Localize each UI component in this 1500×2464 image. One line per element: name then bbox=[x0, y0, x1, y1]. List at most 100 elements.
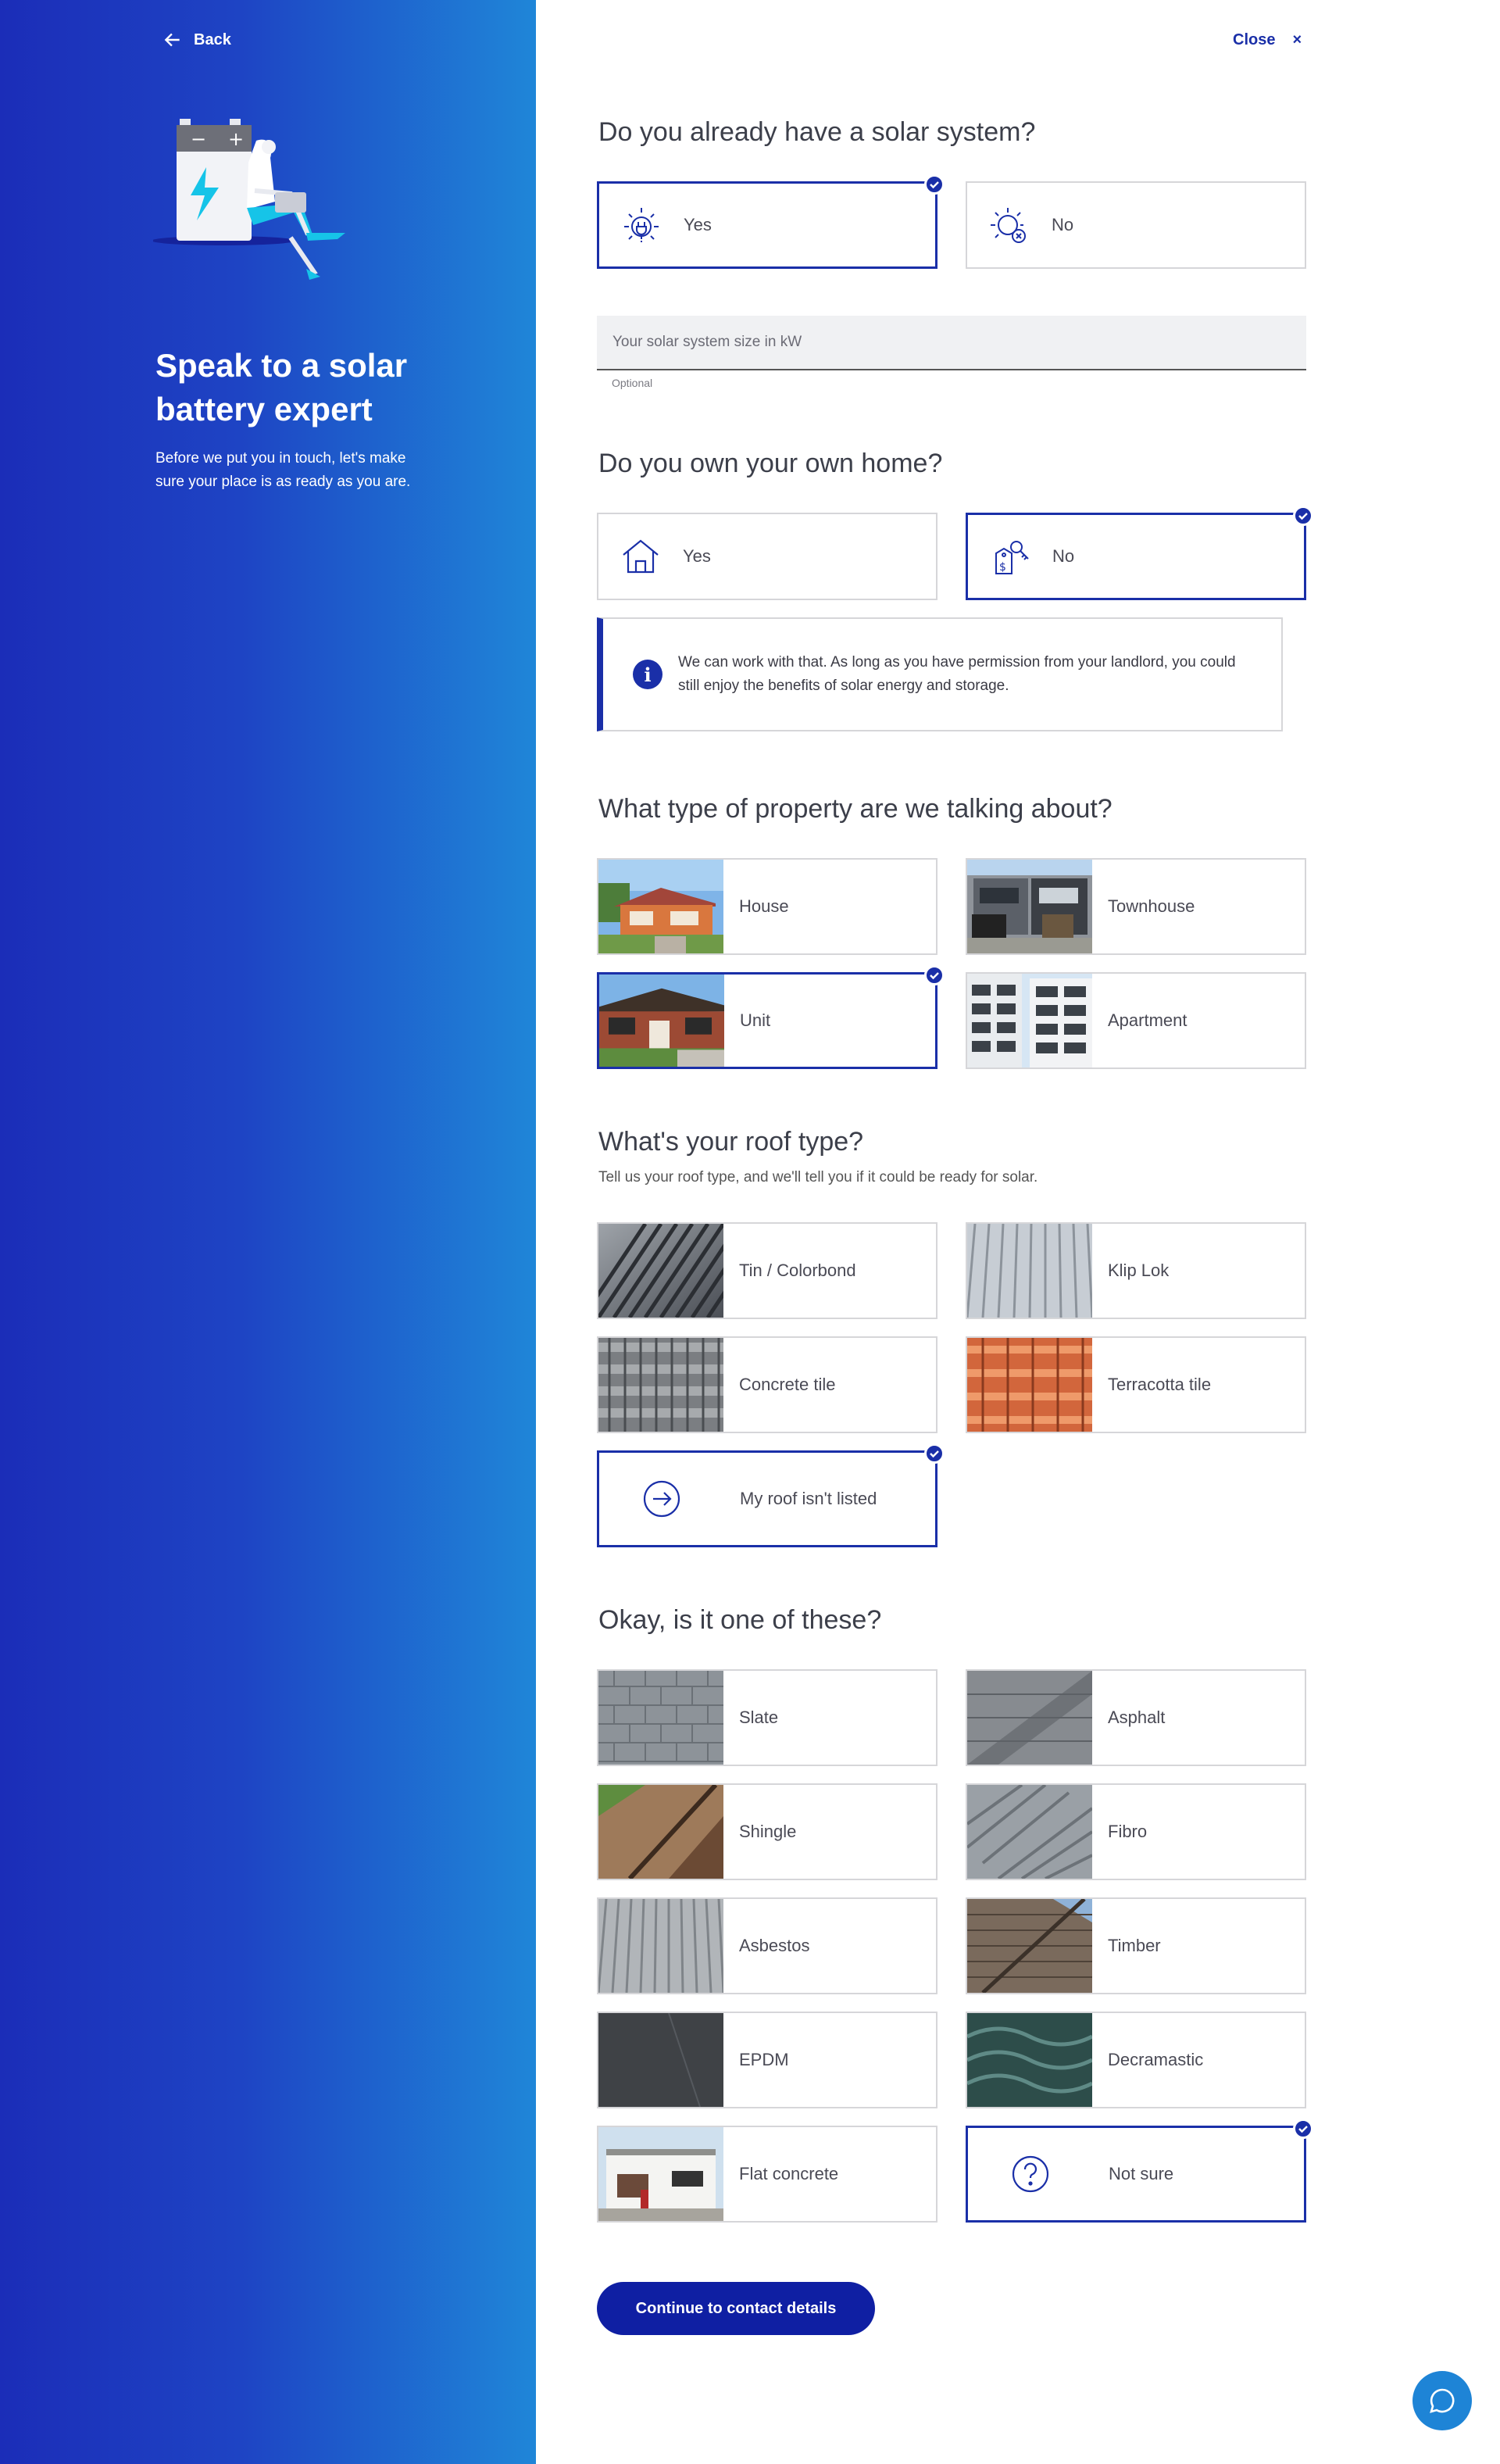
chat-bubble-icon bbox=[1430, 2388, 1455, 2413]
roof-tin-colorbond-option[interactable]: Tin / Colorbond bbox=[597, 1222, 938, 1319]
back-label: Back bbox=[194, 30, 231, 48]
home-yes-option[interactable]: Yes bbox=[597, 513, 938, 600]
svg-text:+: + bbox=[228, 128, 244, 150]
solar-yes-option[interactable]: Yes bbox=[597, 174, 945, 269]
roof-asbestos-option[interactable]: Asbestos bbox=[597, 1897, 938, 1994]
house-icon bbox=[620, 536, 661, 577]
roof-shingle-option[interactable]: Shingle bbox=[597, 1783, 938, 1880]
roof-question-title: What's your roof type? bbox=[598, 1127, 864, 1157]
decramastic-photo bbox=[967, 2013, 1092, 2107]
fibro-photo bbox=[967, 1785, 1092, 1879]
property-apartment-option[interactable]: Apartment bbox=[966, 972, 1306, 1069]
checkmark-icon bbox=[1293, 506, 1313, 526]
close-button[interactable]: Close × bbox=[1233, 31, 1302, 49]
roof-epdm-label: EPDM bbox=[739, 2050, 789, 2069]
landlord-info-box: i We can work with that. As long as you … bbox=[597, 617, 1283, 731]
roof-slate-option[interactable]: Slate bbox=[597, 1669, 938, 1766]
townhouse-photo bbox=[967, 860, 1092, 953]
roof-not-listed-label: My roof isn't listed bbox=[740, 1489, 877, 1508]
roof-flat-concrete-option[interactable]: Flat concrete bbox=[597, 2126, 938, 2223]
roof-terracotta-tile-label: Terracotta tile bbox=[1108, 1375, 1212, 1394]
asphalt-photo bbox=[967, 1671, 1092, 1765]
checkmark-icon bbox=[924, 174, 945, 195]
flat-concrete-photo bbox=[598, 2127, 723, 2221]
timber-photo bbox=[967, 1899, 1092, 1993]
concrete-tile-photo bbox=[598, 1338, 723, 1432]
checkmark-icon bbox=[1293, 2119, 1313, 2139]
roof-flat-concrete-label: Flat concrete bbox=[739, 2164, 839, 2183]
klip-lok-roof-photo bbox=[967, 1224, 1092, 1318]
roof-not-listed-option[interactable]: My roof isn't listed bbox=[597, 1443, 945, 1547]
checkmark-icon bbox=[924, 1443, 945, 1464]
chat-button[interactable] bbox=[1412, 2371, 1472, 2430]
solar-no-option[interactable]: No bbox=[966, 181, 1306, 269]
svg-text:−: − bbox=[191, 128, 206, 150]
slate-photo bbox=[598, 1671, 723, 1765]
shingle-photo bbox=[598, 1785, 723, 1879]
solar-size-input[interactable]: Your solar system size in kW bbox=[597, 316, 1306, 370]
roof-slate-label: Slate bbox=[739, 1708, 779, 1727]
property-house-option[interactable]: House bbox=[597, 858, 938, 955]
asbestos-photo bbox=[598, 1899, 723, 1993]
roof-asbestos-label: Asbestos bbox=[739, 1936, 810, 1955]
checkmark-icon bbox=[924, 965, 945, 985]
roof-fibro-option[interactable]: Fibro bbox=[966, 1783, 1306, 1880]
roof-concrete-tile-label: Concrete tile bbox=[739, 1375, 836, 1394]
roof-question-subtitle: Tell us your roof type, and we'll tell y… bbox=[598, 1169, 1038, 1186]
hero-title: Speak to a solar battery expert bbox=[155, 347, 408, 427]
home-question-title: Do you own your own home? bbox=[598, 449, 943, 478]
close-label: Close bbox=[1233, 31, 1276, 48]
question-circle-icon bbox=[968, 2154, 1093, 2194]
info-icon: i bbox=[633, 660, 662, 689]
svg-text:$: $ bbox=[999, 561, 1006, 574]
roof-decramastic-label: Decramastic bbox=[1108, 2050, 1204, 2069]
solar-no-label: No bbox=[1052, 215, 1074, 234]
other-roof-question-title: Okay, is it one of these? bbox=[598, 1605, 882, 1635]
roof-klip-lok-label: Klip Lok bbox=[1108, 1261, 1170, 1280]
roof-asphalt-label: Asphalt bbox=[1108, 1708, 1166, 1727]
sun-cross-icon bbox=[989, 205, 1030, 245]
roof-concrete-tile-option[interactable]: Concrete tile bbox=[597, 1336, 938, 1433]
close-icon: × bbox=[1292, 31, 1302, 48]
roof-timber-label: Timber bbox=[1108, 1936, 1161, 1955]
solar-question-title: Do you already have a solar system? bbox=[598, 117, 1036, 147]
terracotta-tile-photo bbox=[967, 1338, 1092, 1432]
property-townhouse-option[interactable]: Townhouse bbox=[966, 858, 1306, 955]
epdm-photo bbox=[598, 2013, 723, 2107]
roof-tin-colorbond-label: Tin / Colorbond bbox=[739, 1261, 856, 1280]
hero-subtitle: Before we put you in touch, let's make s… bbox=[155, 450, 411, 490]
landlord-info-text: We can work with that. As long as you ha… bbox=[678, 654, 1236, 694]
roof-asphalt-option[interactable]: Asphalt bbox=[966, 1669, 1306, 1766]
property-house-label: House bbox=[739, 896, 789, 916]
home-no-option[interactable]: $ No bbox=[966, 506, 1313, 600]
roof-klip-lok-option[interactable]: Klip Lok bbox=[966, 1222, 1306, 1319]
solar-yes-label: Yes bbox=[684, 215, 712, 234]
property-question-title: What type of property are we talking abo… bbox=[598, 794, 1112, 824]
sun-plug-icon bbox=[621, 205, 662, 245]
key-tag-icon: $ bbox=[990, 536, 1030, 577]
house-photo bbox=[598, 860, 723, 953]
continue-button[interactable]: Continue to contact details bbox=[597, 2282, 875, 2335]
roof-shingle-label: Shingle bbox=[739, 1822, 797, 1841]
home-yes-label: Yes bbox=[683, 546, 711, 566]
property-unit-label: Unit bbox=[740, 1010, 771, 1030]
arrow-left-icon bbox=[164, 33, 180, 47]
home-no-label: No bbox=[1052, 546, 1075, 566]
property-townhouse-label: Townhouse bbox=[1108, 896, 1195, 916]
roof-fibro-label: Fibro bbox=[1108, 1822, 1148, 1841]
property-apartment-label: Apartment bbox=[1108, 1010, 1188, 1030]
battery-person-illustration: − + bbox=[153, 119, 345, 280]
roof-not-sure-label: Not sure bbox=[1109, 2164, 1174, 2183]
property-unit-option[interactable]: Unit bbox=[597, 965, 945, 1069]
tin-roof-photo bbox=[598, 1224, 723, 1318]
roof-not-sure-option[interactable]: Not sure bbox=[966, 2119, 1313, 2223]
roof-epdm-option[interactable]: EPDM bbox=[597, 2012, 938, 2108]
left-panel: Back − + Speak to a solar battery expert… bbox=[0, 0, 536, 2464]
roof-decramastic-option[interactable]: Decramastic bbox=[966, 2012, 1306, 2108]
roof-timber-option[interactable]: Timber bbox=[966, 1897, 1306, 1994]
back-button[interactable]: Back bbox=[162, 30, 231, 50]
unit-photo bbox=[599, 975, 724, 1067]
roof-terracotta-tile-option[interactable]: Terracotta tile bbox=[966, 1336, 1306, 1433]
apartment-photo bbox=[967, 974, 1092, 1067]
arrow-right-circle-icon bbox=[599, 1479, 724, 1519]
